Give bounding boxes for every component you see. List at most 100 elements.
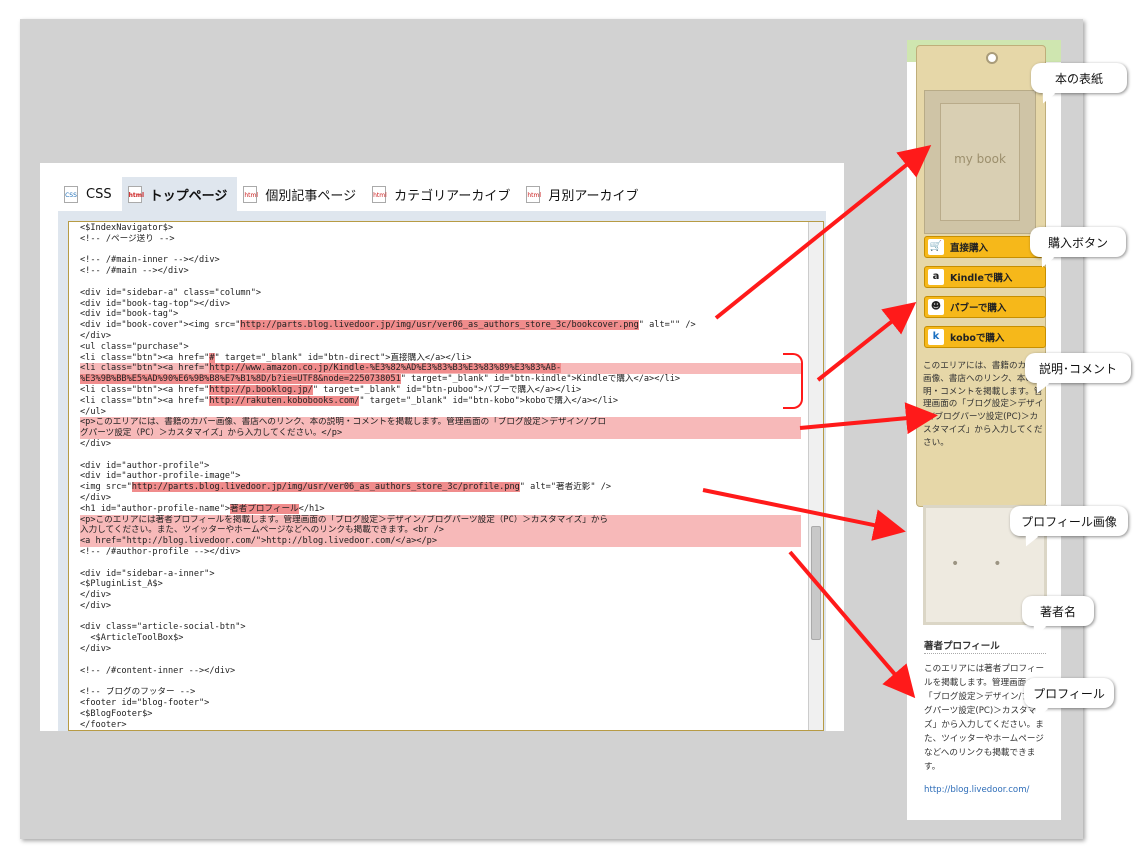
callout-book-cover: 本の表紙 — [1031, 63, 1127, 107]
html-file-icon: html — [372, 185, 387, 203]
tab-label: トップページ — [149, 188, 228, 204]
code-line: <$PluginList_A$> — [80, 579, 163, 590]
code-line: <h1 id="author-profile-name">著者プロフィール</h… — [80, 503, 325, 514]
code-line: </div> — [80, 492, 112, 503]
callout-buy-buttons: 購入ボタン — [1030, 227, 1126, 271]
cart-icon: 🛒 — [928, 239, 944, 255]
vertical-scrollbar[interactable] — [808, 222, 823, 730]
tab-monthly-archive[interactable]: html 月別アーカイブ — [520, 177, 648, 211]
tab-label: 月別アーカイブ — [548, 188, 639, 204]
code-line: <li class="btn"><a href="http://rakuten.… — [80, 395, 619, 406]
tab-label: カテゴリアーカイブ — [394, 188, 511, 204]
buy-label: koboで購入 — [950, 333, 1005, 344]
callout-profile-image: プロフィール画像 — [1010, 506, 1128, 550]
tab-top-page[interactable]: html トップページ — [121, 177, 238, 211]
code-line: <div id="sidebar-a" class="column"> — [80, 287, 262, 298]
divider — [924, 653, 1046, 654]
buy-kindle-button[interactable]: a Kindleで購入 — [924, 266, 1046, 288]
book-cover-label: my book — [954, 152, 1006, 166]
code-line: <div id="book-tag-top"></div> — [80, 298, 231, 309]
callout-label: プロフィール画像 — [1021, 514, 1117, 529]
tab-css[interactable]: CSS CSS — [58, 177, 122, 211]
scrollbar-thumb[interactable] — [811, 526, 821, 640]
code-line: <div id="book-cover"><img src="http://pa… — [80, 320, 696, 331]
code-line: <li class="btn"><a href="#" target="_bla… — [80, 352, 472, 363]
buy-kobo-button[interactable]: k koboで購入 — [924, 326, 1046, 348]
html-file-icon: html — [526, 185, 541, 203]
code-line: <$IndexNavigator$> — [80, 223, 174, 233]
tag-hole — [986, 52, 998, 64]
code-line: </div> — [80, 330, 112, 341]
code-panel: <$IndexNavigator$> <!-- /ページ送り --> <!-- /#… — [58, 211, 826, 731]
puboo-icon: ☻ — [928, 299, 944, 315]
callout-label: 購入ボタン — [1047, 235, 1108, 250]
css-file-icon: CSS — [64, 185, 78, 203]
code-line: </div> — [80, 438, 112, 449]
code-line: <div id="book-tag"> — [80, 309, 179, 320]
code-line: </ul> — [80, 406, 106, 417]
book-cover-inner: my book — [940, 103, 1020, 221]
buy-direct-button[interactable]: 🛒 直接購入 — [924, 236, 1046, 258]
code-line: <$ArticleToolBox$> — [80, 633, 184, 644]
callout-label: 著者名 — [1039, 604, 1076, 619]
html-file-icon: html — [243, 185, 258, 203]
code-line: <footer id="blog-footer"> — [80, 698, 210, 709]
author-profile-link[interactable]: http://blog.livedoor.com/ — [924, 783, 1046, 797]
code-line: %E3%9B%BB%E5%AD%90%E6%9B%B8%E7%B1%8D/b?i… — [80, 374, 681, 385]
buy-label: パブーで購入 — [950, 303, 1007, 314]
author-profile-name: 著者プロフィール — [924, 641, 1000, 652]
code-line: </div> — [80, 644, 112, 655]
code-line: <!-- /#content-inner --></div> — [80, 665, 236, 676]
book-cover: my book — [924, 90, 1036, 234]
template-editor: CSS CSS html トップページ html 個別記事ページ html カテゴリアー… — [40, 163, 844, 731]
code-line: <div id="sidebar-a-inner"> — [80, 568, 215, 579]
code-line: <!-- /#main --></div> — [80, 266, 189, 277]
code-line: <li class="btn"><a href="http://www.amaz… — [80, 363, 801, 375]
code-line: <a href="http://blog.livedoor.com/">http… — [80, 536, 801, 547]
code-line: </footer> — [80, 719, 127, 730]
purchase-links-brace — [783, 353, 803, 409]
editor-tabs: CSS CSS html トップページ html 個別記事ページ html カテゴリアー… — [58, 177, 649, 211]
placeholder-face-icon: •• — [951, 556, 1036, 572]
kobo-icon: k — [928, 329, 944, 345]
callout-description: 説明･コメント — [1025, 353, 1131, 397]
code-line: 入力してください。また、ツイッターやホームページなどへのリンクも掲載できます。<… — [80, 525, 801, 537]
code-textarea[interactable]: <$IndexNavigator$> <!-- /ページ送り --> <!-- /#… — [68, 221, 824, 731]
tab-category-archive[interactable]: html カテゴリアーカイブ — [366, 177, 520, 211]
code-line: </div> — [80, 590, 112, 601]
code-line: <!-- /#author-profile --></div> — [80, 546, 241, 557]
code-line: <img src="http://parts.blog.livedoor.jp/… — [80, 482, 612, 493]
code-line: <p>このエリアには著者プロフィールを掲載します。管理画面の「ブログ設定＞デザイ… — [80, 514, 801, 526]
callout-label: 本の表紙 — [1054, 71, 1103, 86]
tab-label: 個別記事ページ — [265, 188, 357, 204]
tab-article-page[interactable]: html 個別記事ページ — [237, 177, 366, 211]
amazon-icon: a — [928, 269, 944, 285]
code-line: <div id="author-profile"> — [80, 460, 210, 471]
tab-label: CSS — [86, 186, 112, 202]
code-line: <li class="btn"><a href="http://p.booklo… — [80, 384, 582, 395]
code-line: グパーツ設定（PC）＞カスタマイズ」から入力してください。</p> — [80, 428, 801, 439]
callout-label: 説明･コメント — [1038, 361, 1117, 376]
callout-label: プロフィール — [1033, 686, 1105, 701]
code-lines: <$IndexNavigator$> <!-- /ページ送り --> <!-- /#… — [80, 223, 801, 730]
buy-label: 直接購入 — [950, 243, 989, 254]
code-line: <!-- /#main-inner --></div> — [80, 255, 220, 266]
code-line: <div class="article-social-btn"> — [80, 622, 246, 633]
callout-author-name: 著者名 — [1022, 596, 1094, 640]
code-line: <p>このエリアには、書籍のカバー画像、書店へのリンク、本の説明・コメントを掲載… — [80, 417, 801, 429]
code-line: </div> — [80, 600, 112, 611]
buy-puboo-button[interactable]: ☻ パブーで購入 — [924, 296, 1046, 318]
code-line: <!-- /ページ送り --> — [80, 233, 175, 244]
code-line: <ul class="purchase"> — [80, 341, 189, 352]
code-line: <!-- ブログのフッター --> — [80, 687, 196, 698]
code-line: <div id="author-profile-image"> — [80, 471, 241, 482]
callout-profile: プロフィール — [1024, 678, 1114, 722]
html-file-icon: html — [127, 185, 144, 203]
